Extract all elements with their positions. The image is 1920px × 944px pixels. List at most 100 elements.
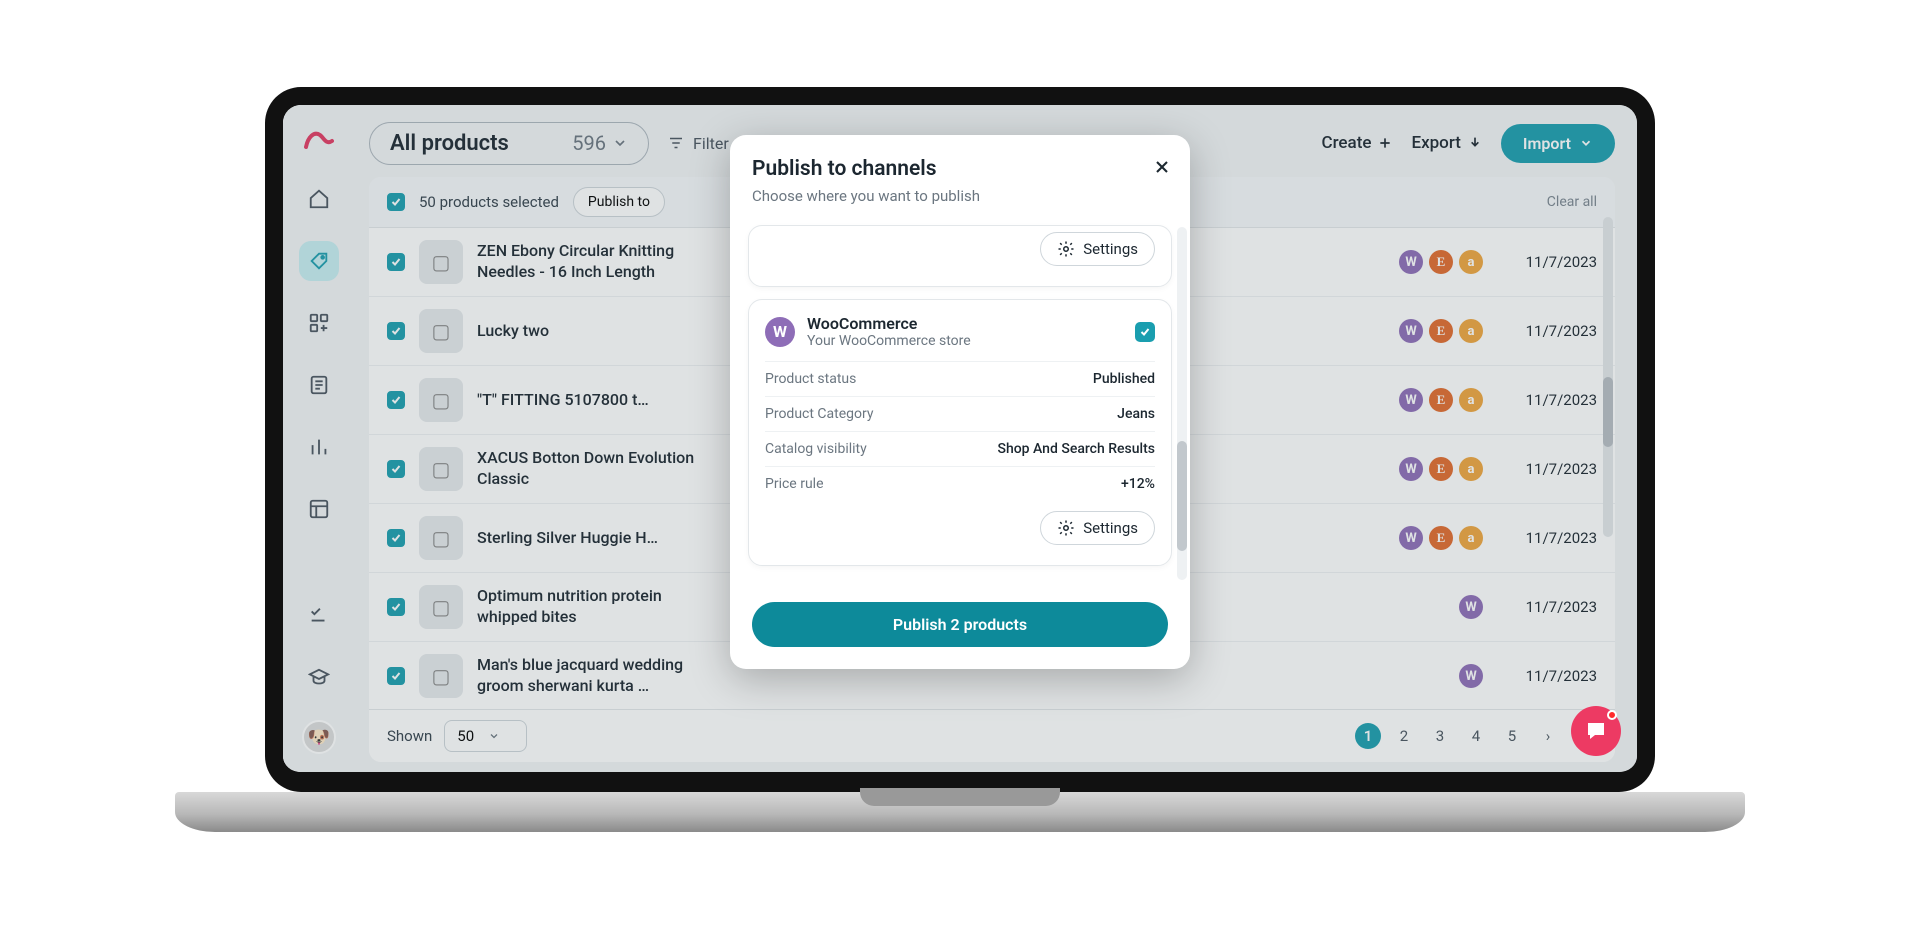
page-number[interactable]: 4 <box>1463 723 1489 749</box>
chat-fab[interactable] <box>1571 706 1621 756</box>
property-value: Published <box>1093 371 1155 387</box>
page-number[interactable]: 1 <box>1355 723 1381 749</box>
channel-badge: E <box>1429 457 1453 481</box>
selection-count: 50 products selected <box>419 193 559 211</box>
channel-badges: W <box>1459 595 1483 619</box>
channel-badge: a <box>1459 319 1483 343</box>
channel-badge: W <box>1399 388 1423 412</box>
row-checkbox[interactable] <box>387 460 405 478</box>
publish-to-button[interactable]: Publish to <box>573 187 665 217</box>
page-next[interactable]: › <box>1535 723 1561 749</box>
modal-close-button[interactable] <box>1152 157 1172 177</box>
row-checkbox[interactable] <box>387 667 405 685</box>
view-selector-count: 596 <box>572 131 628 155</box>
product-date: 11/7/2023 <box>1497 667 1597 685</box>
product-title: XACUS Botton Down Evolution Classic <box>477 448 697 490</box>
product-thumbnail: ▢ <box>419 447 463 491</box>
property-key: Price rule <box>765 476 824 492</box>
scrollbar-thumb[interactable] <box>1603 377 1613 447</box>
channel-badge: W <box>1459 595 1483 619</box>
export-button[interactable]: Export <box>1411 133 1482 153</box>
product-thumbnail: ▢ <box>419 516 463 560</box>
table-footer: Shown 50 12345›» <box>369 709 1615 762</box>
channel-badge: W <box>1399 526 1423 550</box>
nav-education-icon[interactable] <box>299 658 339 698</box>
page-number[interactable]: 5 <box>1499 723 1525 749</box>
sidebar: 🐶 <box>283 105 355 772</box>
page-size-select[interactable]: 50 <box>444 720 527 752</box>
property-row: Catalog visibility Shop And Search Result… <box>765 432 1155 467</box>
gear-icon <box>1057 519 1075 537</box>
property-key: Product Category <box>765 406 874 422</box>
product-thumbnail: ▢ <box>419 240 463 284</box>
pagination: 12345›» <box>1355 723 1597 749</box>
filter-button[interactable]: Filter <box>667 134 729 153</box>
product-date: 11/7/2023 <box>1497 391 1597 409</box>
channel-properties: Product statusPublishedProduct CategoryJ… <box>765 361 1155 501</box>
channel-card-woocommerce[interactable]: W WooCommerce Your WooCommerce store Pro… <box>748 299 1172 566</box>
user-avatar[interactable]: 🐶 <box>302 720 336 754</box>
property-row: Product statusPublished <box>765 362 1155 397</box>
view-selector[interactable]: All products 596 <box>369 122 649 165</box>
publish-cta-button[interactable]: Publish 2 products <box>752 602 1168 647</box>
channel-badge: E <box>1429 526 1453 550</box>
nav-products-icon[interactable] <box>299 241 339 281</box>
product-date: 11/7/2023 <box>1497 529 1597 547</box>
channel-badge: W <box>1399 250 1423 274</box>
page-number[interactable]: 3 <box>1427 723 1453 749</box>
channel-badges: WEa <box>1399 388 1483 412</box>
channel-badge: W <box>1399 457 1423 481</box>
woocommerce-logo: W <box>765 317 795 347</box>
property-value: Shop And Search Results <box>997 441 1155 457</box>
product-title: Lucky two <box>477 321 549 342</box>
product-thumbnail: ▢ <box>419 654 463 698</box>
check-icon <box>390 196 402 208</box>
nav-tasks-icon[interactable] <box>299 596 339 636</box>
property-value: +12% <box>1121 476 1155 492</box>
modal-scroll-thumb[interactable] <box>1177 441 1187 551</box>
notification-dot <box>1607 710 1617 720</box>
nav-orders-icon[interactable] <box>299 365 339 405</box>
channel-badges: WEa <box>1399 457 1483 481</box>
channel-badge: a <box>1459 250 1483 274</box>
import-button[interactable]: Import <box>1501 124 1615 163</box>
product-title: Man's blue jacquard wedding groom sherwa… <box>477 655 697 697</box>
check-icon <box>1139 326 1151 338</box>
create-button[interactable]: Create <box>1321 133 1393 153</box>
row-checkbox[interactable] <box>387 391 405 409</box>
select-all-checkbox[interactable] <box>387 193 405 211</box>
chevron-down-icon <box>488 730 500 742</box>
page-number[interactable]: 2 <box>1391 723 1417 749</box>
modal-subtitle: Choose where you want to publish <box>752 187 1168 205</box>
nav-analytics-icon[interactable] <box>299 427 339 467</box>
row-checkbox[interactable] <box>387 253 405 271</box>
plus-icon <box>1377 135 1393 151</box>
nav-apps-icon[interactable] <box>299 303 339 343</box>
row-checkbox[interactable] <box>387 598 405 616</box>
channel-badges: WEa <box>1399 250 1483 274</box>
channel-settings-button[interactable]: Settings <box>1040 511 1155 545</box>
chevron-down-icon <box>1579 136 1593 150</box>
channel-settings-button[interactable]: Settings <box>1040 232 1155 266</box>
product-thumbnail: ▢ <box>419 585 463 629</box>
row-checkbox[interactable] <box>387 322 405 340</box>
row-checkbox[interactable] <box>387 529 405 547</box>
channel-subtitle: Your WooCommerce store <box>807 333 971 349</box>
chat-icon <box>1584 719 1608 743</box>
chevron-down-icon <box>612 135 628 151</box>
channel-selected-checkbox[interactable] <box>1135 322 1155 342</box>
brand-logo <box>304 127 334 157</box>
channel-badge: a <box>1459 526 1483 550</box>
nav-home-icon[interactable] <box>299 179 339 219</box>
channel-badge: E <box>1429 388 1453 412</box>
modal-body: Settings W WooCommerce Your WooCommerce … <box>730 215 1190 592</box>
product-date: 11/7/2023 <box>1497 460 1597 478</box>
nav-layout-icon[interactable] <box>299 489 339 529</box>
channel-badge: a <box>1459 457 1483 481</box>
shown-label: Shown <box>387 727 432 745</box>
product-title: ZEN Ebony Circular Knitting Needles - 16… <box>477 241 697 283</box>
product-date: 11/7/2023 <box>1497 322 1597 340</box>
property-key: Catalog visibility <box>765 441 867 457</box>
clear-selection-button[interactable]: Clear all <box>1547 194 1597 210</box>
product-title: Sterling Silver Huggie H… <box>477 528 658 549</box>
